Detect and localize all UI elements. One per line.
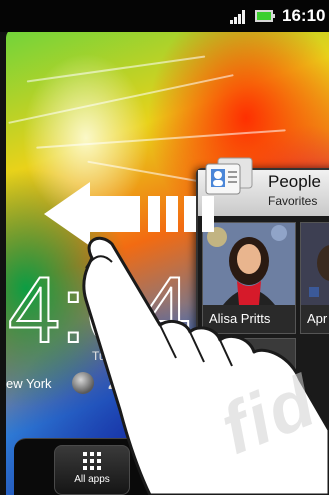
phone-screen: 16:10 People Favorites Alisa Pritts Apr … xyxy=(0,0,329,495)
